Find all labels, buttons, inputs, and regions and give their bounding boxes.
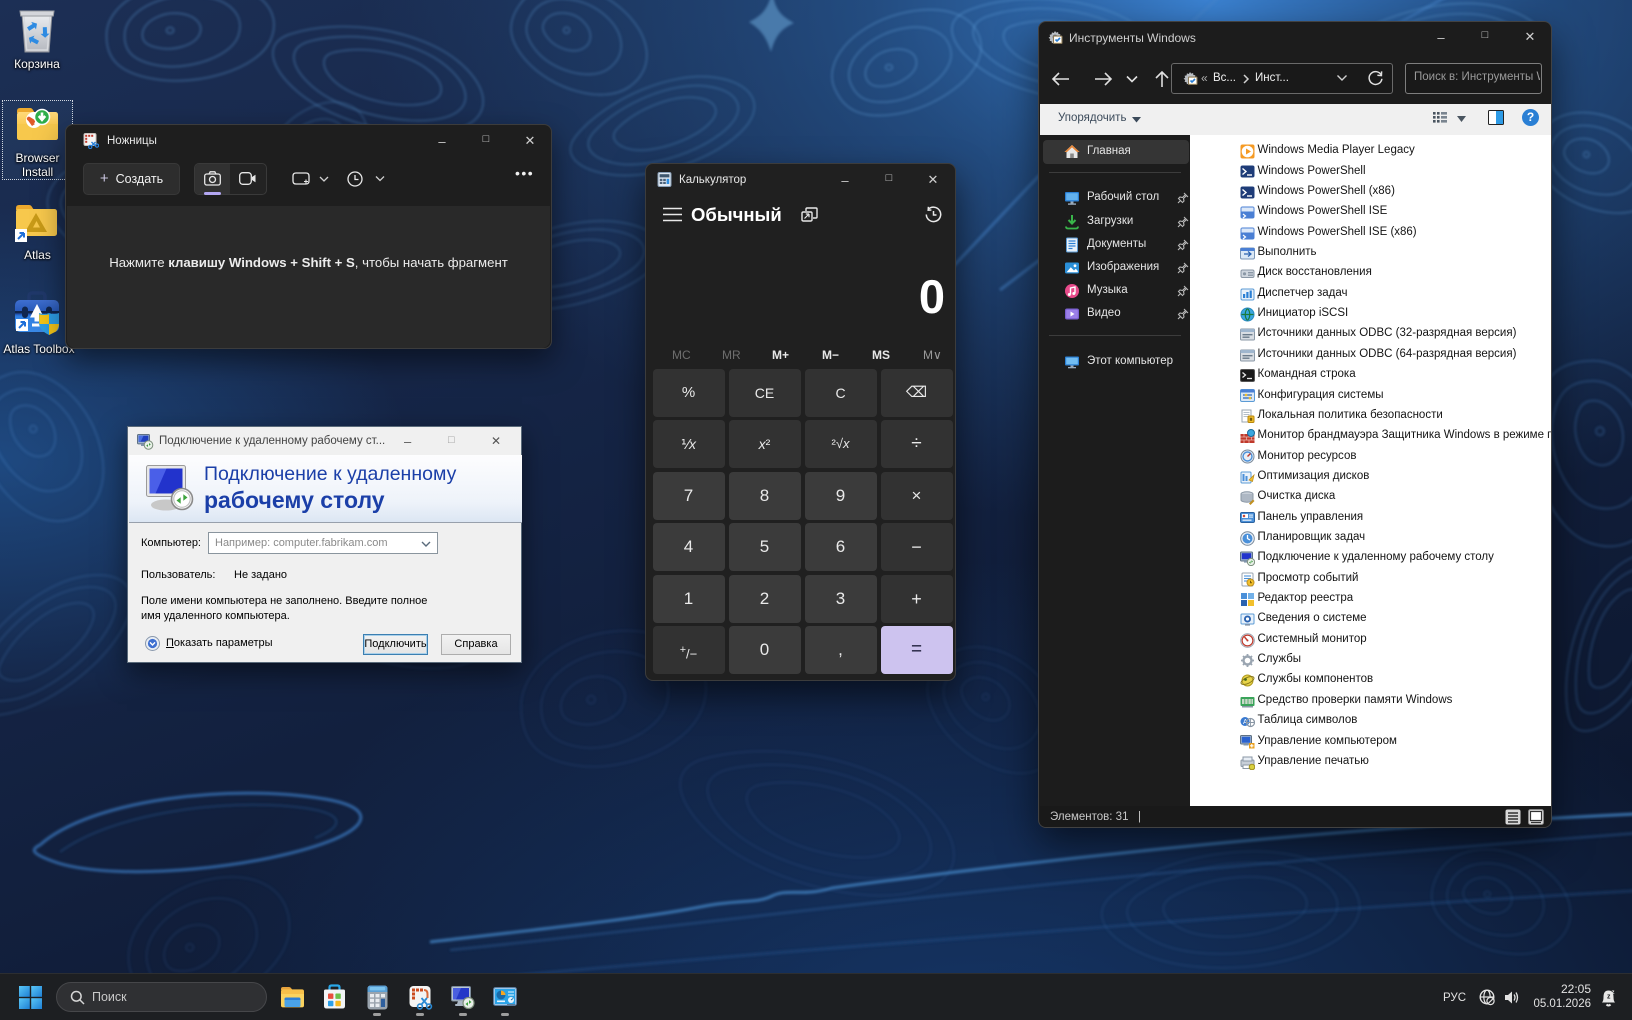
svg-text:z: z [1612,990,1615,996]
svg-text:z: z [1607,994,1611,1001]
